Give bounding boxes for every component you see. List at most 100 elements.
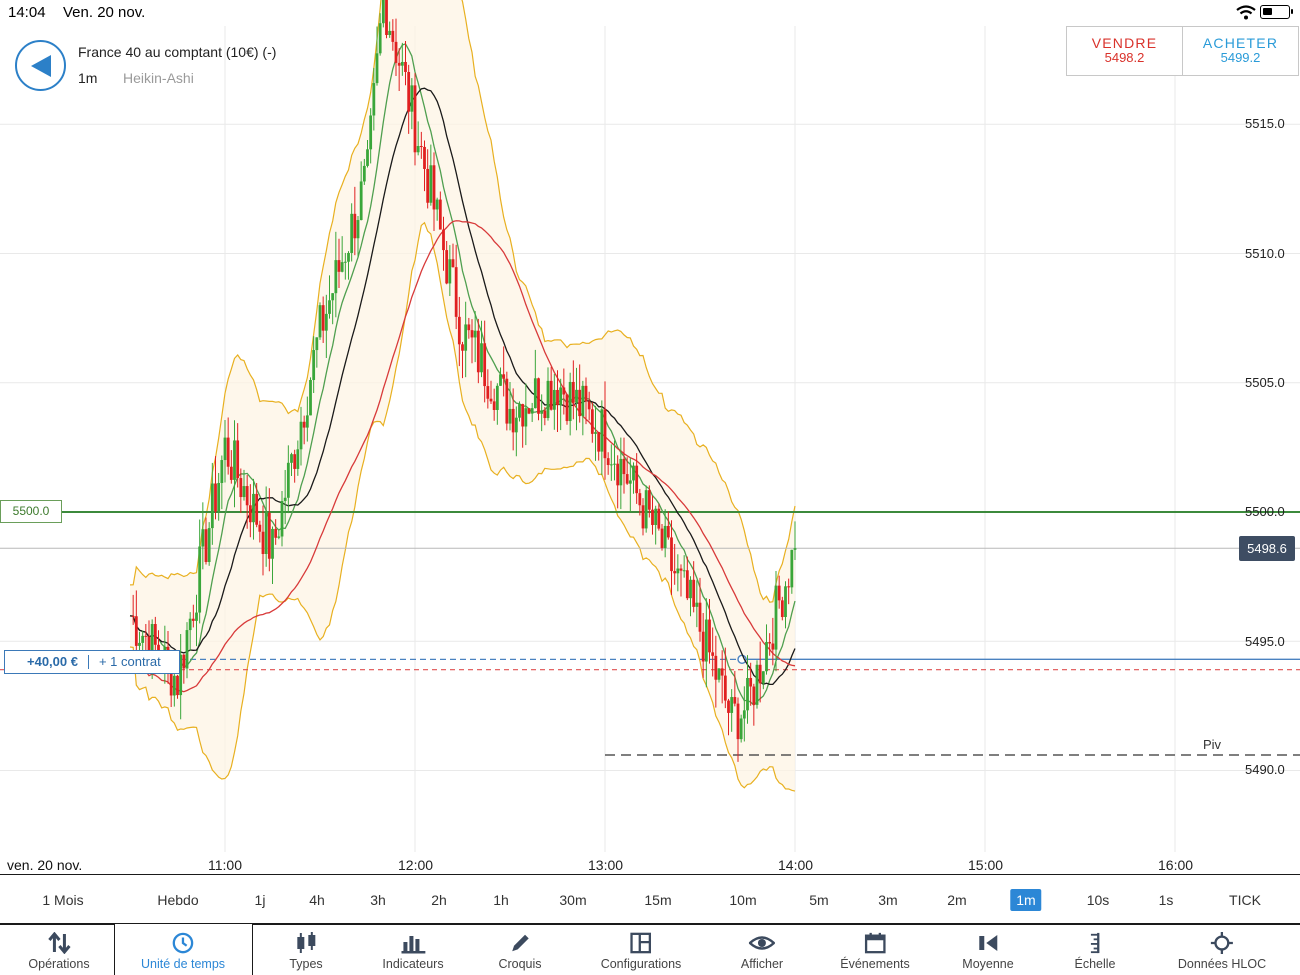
candle-up (283, 497, 287, 501)
price-chart[interactable] (0, 0, 1300, 875)
back-button[interactable] (15, 40, 66, 91)
candle-up (334, 260, 338, 294)
candle-up (464, 324, 468, 351)
candle-down (391, 30, 395, 42)
tf-tick[interactable]: TICK (1229, 892, 1261, 908)
candle-down (787, 586, 791, 588)
events-button[interactable]: Événements (840, 925, 910, 975)
candle-down (337, 260, 341, 272)
sell-button[interactable]: VENDRE 5498.2 (1067, 27, 1182, 75)
tf-1h[interactable]: 1h (493, 892, 509, 908)
instrument-name: France 40 au comptant (10€) (-) (78, 44, 277, 60)
configurations-button[interactable]: Configurations (601, 925, 681, 975)
candle-down (736, 703, 740, 740)
candle-up (676, 568, 680, 574)
candle-down (749, 677, 753, 687)
tf-2m[interactable]: 2m (947, 892, 966, 908)
candle-down (670, 537, 673, 572)
wifi-icon (1236, 5, 1256, 20)
tf-1-month[interactable]: 1 Mois (42, 892, 83, 908)
candle-up (581, 385, 585, 417)
candle-down (407, 71, 411, 112)
candle-down (483, 343, 487, 387)
candle-down (584, 385, 588, 402)
buy-button[interactable]: ACHETER 5499.2 (1182, 27, 1298, 75)
sell-price: 5498.2 (1104, 50, 1145, 65)
candle-down (701, 631, 705, 662)
candle-up (480, 343, 483, 373)
display-button[interactable]: Afficher (741, 925, 783, 975)
candle-down (267, 512, 271, 559)
scale-button[interactable]: Échelle (1075, 925, 1116, 975)
candle-down (768, 642, 772, 644)
candle-down (708, 619, 711, 653)
candle-up (141, 635, 145, 643)
tf-2h[interactable]: 2h (431, 892, 447, 908)
candle-up (600, 409, 604, 452)
candle-up (609, 464, 613, 466)
tf-weekly[interactable]: Hebdo (157, 892, 198, 908)
candle-down (454, 267, 458, 317)
operations-button[interactable]: Opérations (28, 925, 90, 975)
candle-up (264, 512, 268, 555)
tf-1d[interactable]: 1j (255, 892, 266, 908)
candle-down (723, 675, 727, 701)
candle-up (575, 389, 578, 403)
candle-up (559, 387, 563, 405)
candle-down (413, 85, 417, 153)
layout-icon (630, 932, 652, 954)
alert-level-label[interactable]: 5500.0 (0, 500, 62, 523)
candle-up (746, 677, 749, 711)
tf-1s[interactable]: 1s (1159, 892, 1174, 908)
candle-down (492, 401, 496, 410)
candle-down (451, 259, 455, 268)
timeframe-button[interactable]: Unité de temps (141, 925, 225, 975)
tf-1m[interactable]: 1m (1010, 889, 1042, 911)
chart-type-label: Heikin-Ashi (123, 70, 194, 86)
price-tick-label: 5500.0 (1245, 504, 1285, 519)
bottom-toolbar: Opérations Unité de temps Types Indicate… (0, 924, 1300, 975)
candle-down (214, 483, 217, 512)
candle-up (695, 602, 699, 607)
candle-up (375, 53, 379, 84)
candle-down (651, 509, 654, 525)
tf-3m[interactable]: 3m (878, 892, 897, 908)
candle-down (505, 378, 509, 424)
candle-down (489, 398, 493, 402)
status-bar: 14:04 Ven. 20 nov. (0, 0, 1300, 26)
sketch-button[interactable]: Croquis (498, 925, 542, 975)
average-button[interactable]: Moyenne (962, 925, 1014, 975)
candle-down (565, 394, 569, 422)
trade-panel: VENDRE 5498.2 ACHETER 5499.2 (1066, 26, 1299, 76)
candle-down (711, 652, 715, 656)
tf-3h[interactable]: 3h (370, 892, 386, 908)
tf-4h[interactable]: 4h (309, 892, 325, 908)
candle-up (350, 213, 354, 253)
time-tick-label: 12:00 (398, 857, 434, 873)
indicators-button[interactable]: Indicateurs (382, 925, 444, 975)
candle-down (502, 374, 506, 379)
hloc-data-button[interactable]: Données HLOC (1178, 925, 1266, 975)
candle-up (613, 463, 616, 465)
candle-up (530, 408, 534, 414)
tf-5m[interactable]: 5m (809, 892, 828, 908)
candle-up (524, 408, 528, 427)
tf-15m[interactable]: 15m (644, 892, 671, 908)
candle-down (780, 600, 784, 618)
candle-down (302, 421, 306, 428)
position-badge[interactable]: +40,00 € + 1 contrat (4, 650, 180, 674)
candle-down (603, 409, 607, 459)
candle-up (324, 313, 328, 331)
candle-up (765, 642, 768, 672)
candle-up (207, 528, 211, 563)
candle-down (476, 330, 480, 373)
time-tick-label: 13:00 (588, 857, 624, 873)
candle-up (704, 619, 708, 662)
candle-up (654, 508, 658, 525)
candle-down (442, 229, 445, 251)
types-button[interactable]: Types (289, 925, 323, 975)
candle-up (217, 482, 221, 512)
tf-30m[interactable]: 30m (559, 892, 586, 908)
tf-10m[interactable]: 10m (729, 892, 756, 908)
tf-10s[interactable]: 10s (1087, 892, 1110, 908)
